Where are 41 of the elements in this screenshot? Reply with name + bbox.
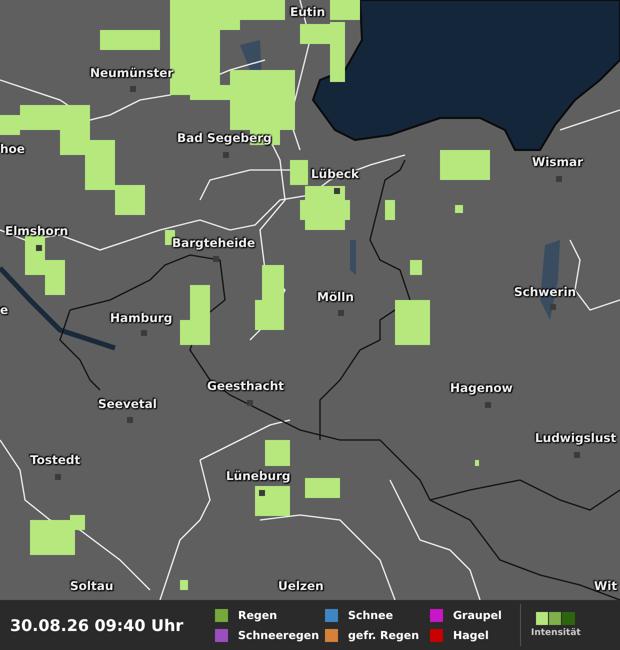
city-marker xyxy=(247,400,253,406)
city-marker xyxy=(36,245,42,251)
city-label: Bargteheide xyxy=(172,235,256,251)
city-marker xyxy=(556,176,562,182)
city-label: Schwerin xyxy=(514,284,576,300)
city-label: Soltau xyxy=(70,578,114,594)
city-label: Hagenow xyxy=(450,380,513,396)
city-label: Wismar xyxy=(532,154,584,170)
legend-label: Schneeregen xyxy=(238,628,320,642)
city-label: Ludwigslust xyxy=(535,430,616,446)
city-label: Mölln xyxy=(317,289,354,305)
city-label: Seevetal xyxy=(98,396,157,412)
city-label: Lüneburg xyxy=(226,468,291,484)
legend-label: Regen xyxy=(238,608,278,622)
city-marker xyxy=(550,304,556,310)
legend-label: Schnee xyxy=(348,608,394,622)
city-label: Tostedt xyxy=(30,452,80,468)
city-marker xyxy=(55,474,61,480)
city-label: Geesthacht xyxy=(207,378,284,394)
city-marker xyxy=(141,330,147,336)
city-label: hoe xyxy=(0,141,25,157)
city-marker xyxy=(259,490,265,496)
city-marker xyxy=(334,188,340,194)
city-label: e xyxy=(0,302,8,318)
legend-label: gefr. Regen xyxy=(348,628,420,642)
legend-label: Hagel xyxy=(453,628,489,642)
city-marker xyxy=(338,310,344,316)
city-marker xyxy=(223,152,229,158)
city-label: Elmshorn xyxy=(5,223,68,239)
timestamp-text: 30.08.26 09:40 Uhr xyxy=(10,616,184,634)
city-marker xyxy=(213,256,219,262)
intensity-label: Intensität xyxy=(531,628,581,638)
city-marker xyxy=(574,452,580,458)
city-marker xyxy=(130,86,136,92)
city-marker xyxy=(485,402,491,408)
city-marker xyxy=(127,417,133,423)
city-label: Wit xyxy=(594,578,618,594)
city-label: Hamburg xyxy=(110,310,172,326)
legend-label: Graupel xyxy=(453,608,502,622)
intensity-scale-icon xyxy=(536,612,576,625)
city-label: Uelzen xyxy=(278,578,324,594)
